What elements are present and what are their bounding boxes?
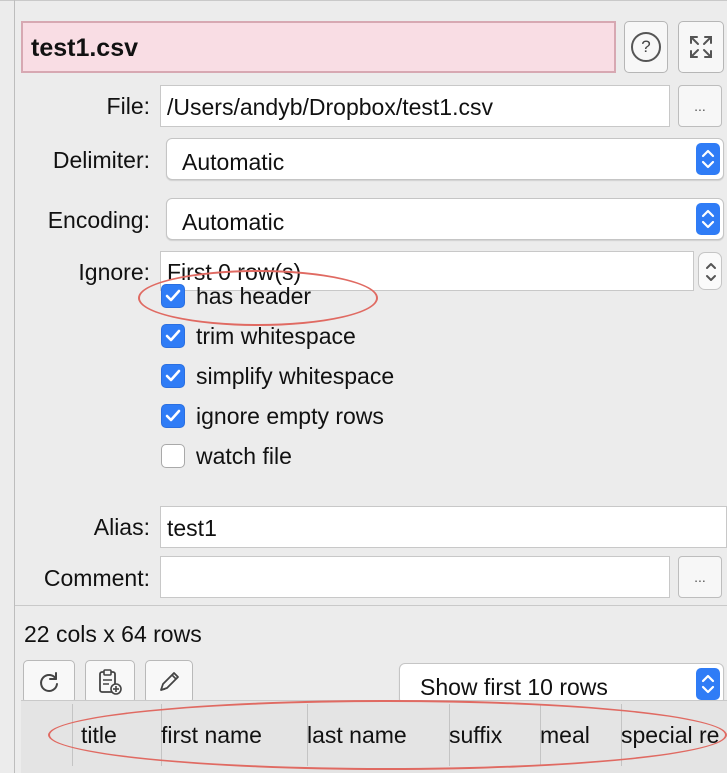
- checkbox-checked-icon[interactable]: [161, 404, 185, 428]
- window-top-edge: [0, 0, 727, 1]
- panel-left-edge: [14, 0, 15, 773]
- dataset-title-field[interactable]: test1.csv: [21, 21, 616, 73]
- reload-button[interactable]: [23, 660, 75, 704]
- option-simplify-whitespace[interactable]: simplify whitespace: [161, 358, 394, 394]
- edit-button[interactable]: [145, 660, 193, 704]
- file-label: File:: [106, 93, 150, 119]
- clipboard-icon: [99, 669, 122, 695]
- annotation-oval-column-headers: [48, 700, 727, 770]
- checkbox-checked-icon[interactable]: [161, 364, 185, 388]
- delimiter-label: Delimiter:: [52, 147, 150, 173]
- chevron-updown-icon: [696, 668, 720, 700]
- delimiter-value: Automatic: [182, 149, 285, 175]
- ignore-label: Ignore:: [78, 259, 150, 285]
- expand-icon: [690, 36, 712, 58]
- option-label: ignore empty rows: [196, 402, 384, 429]
- encoding-select[interactable]: Automatic: [166, 198, 724, 240]
- checkbox-checked-icon[interactable]: [161, 324, 185, 348]
- file-browse-button[interactable]: ...: [678, 85, 722, 127]
- refresh-icon: [40, 672, 58, 692]
- ignore-rows-stepper[interactable]: [698, 252, 722, 290]
- section-divider: [15, 605, 727, 606]
- checkbox-unchecked-icon[interactable]: [161, 444, 185, 468]
- comment-browse-button[interactable]: ...: [678, 556, 722, 598]
- dataset-title: test1.csv: [31, 34, 139, 62]
- show-rows-value: Show first 10 rows: [420, 674, 608, 700]
- alias-field[interactable]: test1: [160, 506, 727, 548]
- option-label: simplify whitespace: [196, 362, 395, 389]
- file-path-field[interactable]: /Users/andyb/Dropbox/test1.csv: [160, 85, 670, 127]
- show-rows-select[interactable]: Show first 10 rows: [399, 663, 724, 705]
- maximize-button[interactable]: [678, 21, 724, 73]
- help-icon: ?: [631, 32, 661, 62]
- comment-label: Comment:: [43, 565, 150, 591]
- pencil-icon: [160, 672, 179, 691]
- paste-button[interactable]: [85, 660, 135, 704]
- chevron-updown-icon: [696, 143, 720, 175]
- option-label: watch file: [196, 442, 292, 469]
- comment-field[interactable]: [160, 556, 670, 598]
- encoding-value: Automatic: [182, 209, 285, 235]
- file-path-value: /Users/andyb/Dropbox/test1.csv: [167, 94, 493, 120]
- alias-value: test1: [167, 515, 217, 541]
- encoding-label: Encoding:: [47, 207, 150, 233]
- alias-label: Alias:: [93, 514, 150, 540]
- chevron-updown-icon: [696, 203, 720, 235]
- table-size-summary: 22 cols x 64 rows: [24, 621, 202, 647]
- stepper-arrows-icon: [706, 263, 716, 281]
- delimiter-select[interactable]: Automatic: [166, 138, 724, 180]
- help-button[interactable]: ?: [624, 21, 668, 73]
- option-ignore-empty-rows[interactable]: ignore empty rows: [161, 398, 384, 434]
- option-label: trim whitespace: [196, 322, 356, 349]
- annotation-oval-has-header: [138, 270, 378, 326]
- option-watch-file[interactable]: watch file: [161, 438, 292, 474]
